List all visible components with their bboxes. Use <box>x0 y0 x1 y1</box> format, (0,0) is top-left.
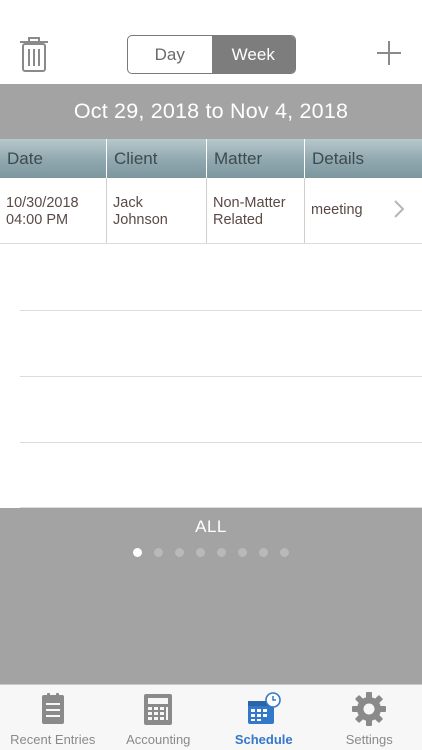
tab-label-schedule: Schedule <box>234 732 293 747</box>
calculator-icon <box>144 694 173 725</box>
page-dot[interactable] <box>175 548 184 557</box>
segment-week[interactable]: Week <box>211 36 295 73</box>
trash-icon <box>20 37 48 72</box>
tab-label-settings: Settings <box>345 732 393 747</box>
tab-accounting[interactable]: Accounting <box>106 685 212 750</box>
page-dot[interactable] <box>217 548 226 557</box>
add-entry-button[interactable] <box>374 38 404 68</box>
tab-recent-entries[interactable]: Recent Entries <box>0 685 106 750</box>
page-dot[interactable] <box>259 548 268 557</box>
column-header-date: Date <box>0 139 107 178</box>
column-header-client: Client <box>107 139 207 178</box>
filter-panel[interactable]: ALL <box>0 508 422 684</box>
gear-icon <box>352 692 387 726</box>
tab-bar: Recent Entries Accounting Schedule Setti… <box>0 684 422 750</box>
segment-day[interactable]: Day <box>128 36 212 73</box>
schedule-table: 10/30/2018 04:00 PM Jack Johnson Non-Mat… <box>0 178 422 508</box>
cell-details: meeting <box>305 178 422 243</box>
chevron-right-icon <box>394 200 404 218</box>
trash-button[interactable] <box>18 36 50 72</box>
column-header-matter: Matter <box>207 139 305 178</box>
row-separator <box>20 376 422 377</box>
page-dot[interactable] <box>196 548 205 557</box>
matter-line-2: Related <box>213 212 263 228</box>
tab-schedule[interactable]: Schedule <box>211 685 317 750</box>
tab-settings[interactable]: Settings <box>317 685 422 750</box>
time-value: 04:00 PM <box>6 212 69 228</box>
tab-label-accounting: Accounting <box>126 732 191 747</box>
page-dot[interactable] <box>154 548 163 557</box>
date-range-header: Oct 29, 2018 to Nov 4, 2018 <box>0 84 422 139</box>
table-header: Date Client Matter Details <box>0 139 422 178</box>
cell-date: 10/30/2018 04:00 PM <box>0 178 107 243</box>
page-dot[interactable] <box>238 548 247 557</box>
calendar-clock-icon <box>247 692 281 724</box>
matter-line-1: Non-Matter <box>213 195 286 211</box>
page-dot[interactable] <box>133 548 142 557</box>
client-last-name: Johnson <box>113 212 168 228</box>
tab-label-recent-entries: Recent Entries <box>10 732 96 747</box>
filter-label: ALL <box>195 517 227 536</box>
row-separator <box>20 310 422 311</box>
column-header-details: Details <box>312 148 364 168</box>
client-first-name: Jack <box>113 195 143 211</box>
cell-client: Jack Johnson <box>107 178 207 243</box>
row-separator <box>20 442 422 443</box>
day-week-toggle[interactable]: Day Week <box>127 35 296 74</box>
table-row[interactable]: 10/30/2018 04:00 PM Jack Johnson Non-Mat… <box>0 178 422 244</box>
date-value: 10/30/2018 <box>6 195 79 211</box>
top-toolbar: Day Week <box>0 0 422 84</box>
date-range-label: Oct 29, 2018 to Nov 4, 2018 <box>73 99 349 123</box>
details-value: meeting <box>311 202 363 218</box>
page-indicator[interactable] <box>0 548 422 557</box>
plus-icon <box>377 41 401 65</box>
list-icon <box>41 693 64 724</box>
page-dot[interactable] <box>280 548 289 557</box>
cell-matter: Non-Matter Related <box>207 178 305 243</box>
